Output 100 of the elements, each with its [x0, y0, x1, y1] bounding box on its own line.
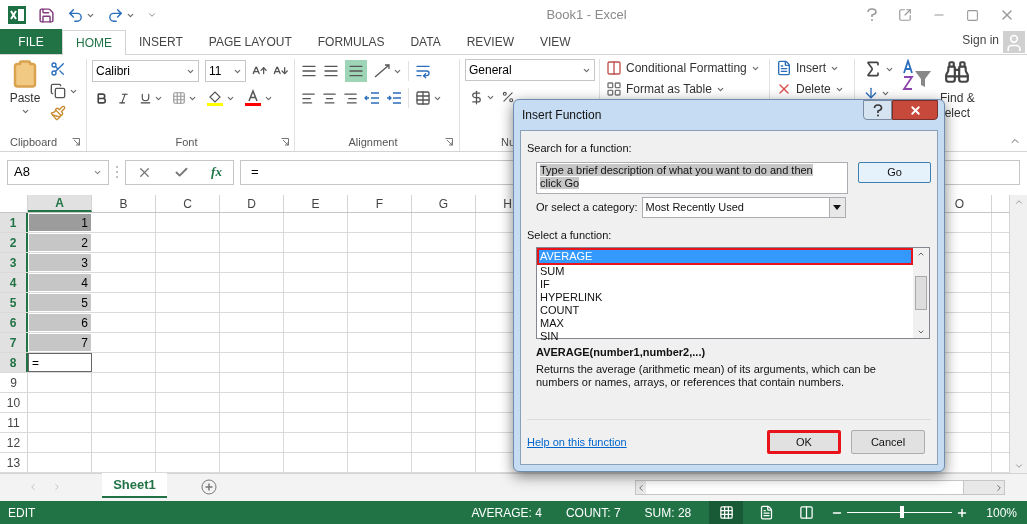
row-header[interactable]: 3 — [0, 253, 28, 272]
format-as-table-button[interactable]: Format as Table — [626, 80, 712, 98]
function-list-item[interactable]: MAX — [537, 317, 913, 330]
new-sheet-icon[interactable] — [201, 479, 217, 495]
top-align-icon[interactable] — [301, 63, 317, 79]
name-box[interactable]: A8 — [7, 159, 109, 185]
redo-icon[interactable] — [107, 6, 124, 24]
scroll-up-icon[interactable] — [917, 250, 925, 258]
go-button[interactable]: Go — [858, 161, 931, 183]
insert-cells-icon[interactable] — [776, 60, 792, 76]
format-as-table-icon[interactable] — [606, 81, 622, 97]
dialog-launcher-icon[interactable] — [72, 138, 80, 146]
list-scrollbar[interactable] — [913, 248, 929, 338]
delete-button[interactable]: Delete — [796, 80, 831, 98]
align-left-icon[interactable] — [301, 90, 316, 106]
italic-icon[interactable] — [117, 91, 130, 105]
format-painter-icon[interactable] — [50, 105, 66, 121]
search-label: Search for a function: — [527, 141, 633, 156]
ribbon-tab[interactable]: VIEW — [527, 30, 584, 54]
row-header[interactable]: 6 — [0, 313, 28, 332]
dialog-launcher-icon[interactable] — [445, 138, 453, 146]
help-icon[interactable] — [866, 8, 878, 22]
scroll-left-icon[interactable] — [636, 482, 646, 493]
paste-button[interactable]: Paste — [8, 59, 42, 133]
zoom-level[interactable]: 100% — [986, 503, 1017, 522]
grid-icon — [718, 505, 734, 520]
copy-icon[interactable] — [50, 83, 66, 99]
percent-icon[interactable] — [501, 90, 515, 104]
close-icon — [908, 103, 922, 117]
ribbon-tab[interactable]: INSERT — [126, 30, 196, 54]
conditional-formatting-icon[interactable] — [606, 60, 622, 76]
sign-in-link[interactable]: Sign in — [962, 31, 999, 49]
row-header[interactable]: 8 — [0, 353, 28, 372]
function-list-item[interactable]: COUNT — [537, 304, 913, 317]
font-name-dropdown[interactable]: Calibri — [92, 60, 199, 82]
wrap-text-icon[interactable] — [415, 63, 431, 79]
function-list-item[interactable]: IF — [537, 278, 913, 291]
function-list-item[interactable]: SUM — [537, 265, 913, 278]
insert-function-button[interactable]: fx — [211, 162, 222, 182]
cut-icon[interactable] — [50, 61, 66, 77]
horizontal-scrollbar[interactable] — [635, 480, 1005, 495]
insert-button[interactable]: Insert — [796, 59, 826, 77]
normal-view-button[interactable] — [709, 501, 744, 524]
font-size-dropdown[interactable]: 11 — [204, 60, 246, 82]
row-header[interactable]: 2 — [0, 233, 28, 252]
ribbon-display-icon[interactable] — [898, 8, 912, 22]
align-right-icon[interactable] — [343, 90, 358, 106]
function-list-label: Select a function: — [527, 227, 613, 243]
ribbon-tab[interactable]: REVIEW — [453, 30, 527, 54]
dialog-button[interactable]: OK — [767, 430, 841, 454]
undo-icon[interactable] — [67, 6, 84, 24]
ribbon-tab[interactable]: FORMULAS — [304, 30, 398, 54]
category-dropdown[interactable]: Most Recently Used — [641, 196, 846, 218]
fill-icon[interactable] — [863, 85, 879, 101]
search-field[interactable]: Type a brief description of what you want to do and then click Go — [536, 161, 848, 194]
ribbon-tab[interactable]: HOME — [62, 30, 126, 55]
row-header[interactable]: 5 — [0, 293, 28, 312]
help-link[interactable]: Help on this function — [527, 433, 627, 451]
dialog-button[interactable]: Cancel — [851, 430, 925, 454]
caret-icon — [20, 107, 30, 116]
zoom-in-icon[interactable] — [956, 506, 969, 519]
dialog-launcher-icon[interactable] — [281, 138, 289, 146]
columns-icon — [798, 505, 814, 520]
bold-icon[interactable] — [95, 91, 108, 105]
save-icon[interactable] — [38, 6, 55, 24]
find-icon[interactable] — [944, 59, 971, 85]
maximize-icon[interactable] — [966, 8, 979, 22]
file-tab[interactable]: FILE — [0, 29, 62, 54]
conditional-formatting-button[interactable]: Conditional Formatting — [626, 59, 747, 77]
bottom-align-icon[interactable] — [345, 60, 367, 82]
ribbon-tab[interactable]: PAGE LAYOUT — [195, 30, 305, 54]
help-button[interactable] — [863, 100, 892, 120]
row-header[interactable]: 1 — [0, 213, 28, 232]
underline-icon[interactable] — [139, 91, 152, 105]
number-format-dropdown[interactable]: General — [465, 59, 595, 81]
scroll-down-icon[interactable] — [917, 328, 925, 336]
scroll-right-icon[interactable] — [994, 482, 1004, 493]
row-header[interactable]: 7 — [0, 333, 28, 352]
increase-indent-icon[interactable] — [386, 91, 402, 105]
close-button[interactable] — [892, 100, 938, 120]
decrease-indent-icon[interactable] — [364, 91, 380, 105]
excel-logo-icon[interactable] — [8, 6, 26, 24]
middle-align-icon[interactable] — [323, 63, 339, 79]
merge-center-icon[interactable] — [415, 90, 431, 106]
zoom-slider-thumb[interactable] — [899, 506, 904, 518]
borders-icon[interactable] — [172, 91, 186, 105]
align-center-icon[interactable] — [322, 90, 337, 106]
function-list-item[interactable]: HYPERLINK — [537, 291, 913, 304]
font-color-icon[interactable] — [244, 89, 262, 107]
fill-color-icon[interactable] — [206, 89, 224, 107]
currency-icon[interactable] — [469, 89, 484, 105]
find-select-button[interactable]: Find & elect — [940, 91, 975, 121]
function-list-item[interactable]: SIN — [537, 330, 913, 343]
column-header[interactable]: A — [28, 195, 92, 212]
sort-filter-icon[interactable] — [902, 59, 932, 91]
orientation-icon[interactable] — [373, 63, 391, 79]
sheet-tab[interactable]: Sheet1 — [102, 473, 167, 498]
ribbon-tab[interactable]: DATA — [397, 30, 454, 54]
function-description: Returns the average (arithmetic mean) of its arguments, which can be numbers or names, arrays, or references that contain numbers. — [536, 362, 877, 389]
row-header[interactable]: 4 — [0, 273, 28, 292]
